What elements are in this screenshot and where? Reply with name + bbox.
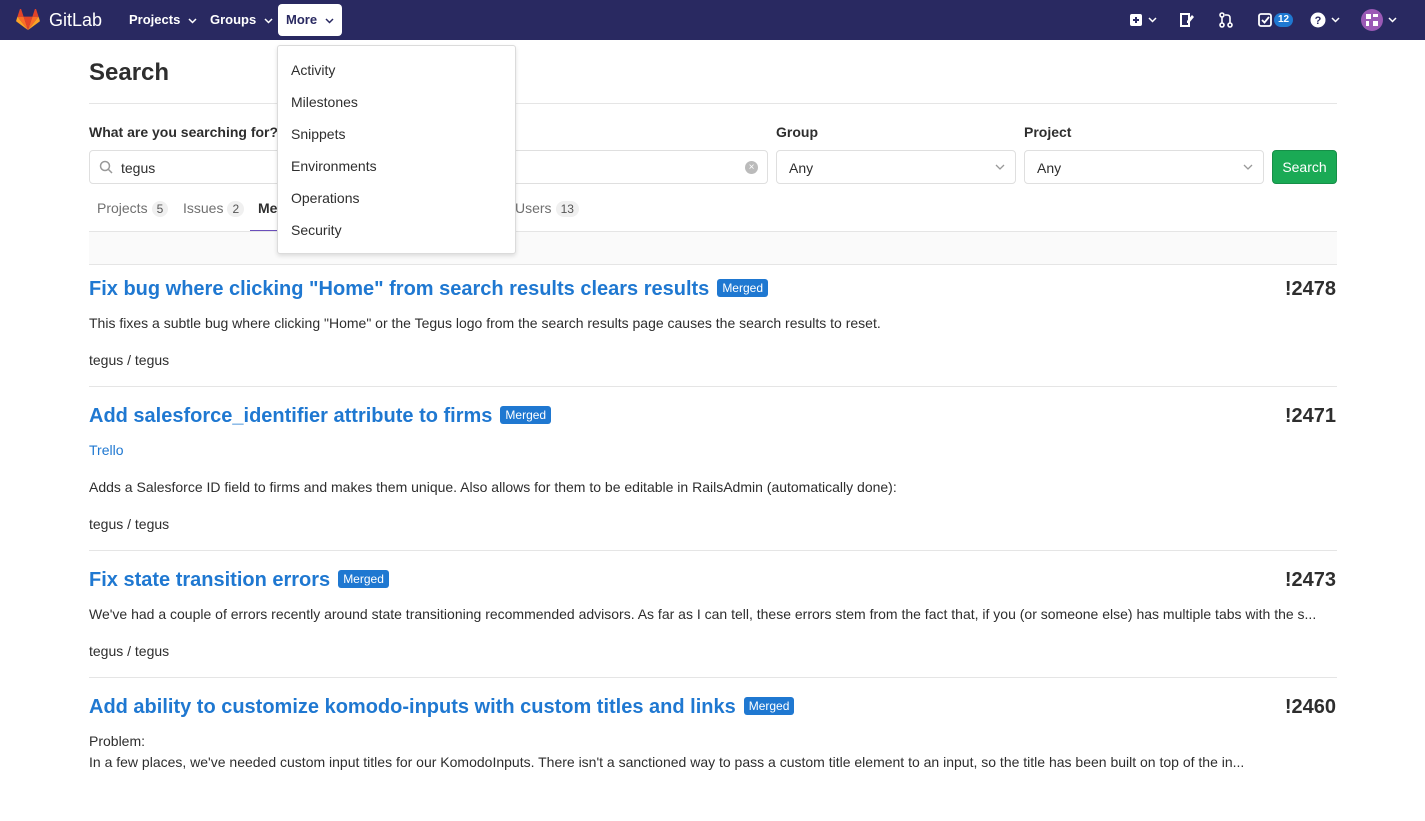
nav-more-label: More <box>286 12 318 27</box>
tab-label: Users <box>515 200 552 216</box>
divider <box>89 550 1337 551</box>
chevron-down-icon <box>264 18 273 24</box>
tab-label: Projects <box>97 200 148 216</box>
nav-groups-label: Groups <box>210 12 257 27</box>
result-iid: !2473 <box>1284 569 1336 591</box>
group-select-value: Any <box>789 160 814 176</box>
nav-more-dropdown[interactable]: More <box>278 4 342 36</box>
result-title-link[interactable]: Fix bug where clicking "Home" from searc… <box>89 277 768 301</box>
result-description-line: Problem: <box>89 733 146 749</box>
divider <box>89 386 1337 387</box>
tab-issues[interactable]: Issues 2 <box>175 196 252 232</box>
new-dropdown[interactable] <box>1129 8 1157 32</box>
search-input-value: tegus <box>121 160 156 176</box>
project-select-value: Any <box>1037 160 1062 176</box>
issues-icon <box>1180 13 1194 27</box>
merge-requests-button[interactable] <box>1218 8 1234 32</box>
svg-text:?: ? <box>1315 15 1322 27</box>
project-select[interactable]: Any <box>1024 150 1264 184</box>
result-description: This fixes a subtle bug where clicking "… <box>89 315 881 331</box>
divider <box>89 677 1337 678</box>
todos-button[interactable]: 12 <box>1258 8 1294 32</box>
search-field-label: What are you searching for? <box>89 124 279 140</box>
result-description: Adds a Salesforce ID field to firms and … <box>89 479 897 495</box>
group-field-label: Group <box>776 124 818 140</box>
chevron-down-icon <box>1243 164 1253 170</box>
menu-item-activity[interactable]: Activity <box>278 54 515 86</box>
brand-name[interactable]: GitLab <box>49 10 102 30</box>
status-badge: Merged <box>338 570 389 588</box>
search-icon <box>99 160 113 174</box>
status-badge: Merged <box>717 279 768 297</box>
tab-count: 5 <box>151 201 169 217</box>
menu-item-environments[interactable]: Environments <box>278 150 515 182</box>
status-badge: Merged <box>743 697 795 715</box>
menu-item-security[interactable]: Security <box>278 214 515 246</box>
menu-item-snippets[interactable]: Snippets <box>278 118 515 150</box>
menu-item-milestones[interactable]: Milestones <box>278 86 515 118</box>
result-description: We've had a couple of errors recently ar… <box>89 606 1317 622</box>
search-result: Fix bug where clicking "Home" from searc… <box>89 277 1337 387</box>
nav-projects-dropdown[interactable]: Projects <box>121 4 205 36</box>
tab-users[interactable]: Users 13 <box>507 196 587 232</box>
search-button[interactable]: Search <box>1272 150 1337 184</box>
result-project: tegus / tegus <box>89 643 170 659</box>
nav-projects-label: Projects <box>129 12 181 27</box>
todos-count-badge: 12 <box>1274 13 1294 27</box>
result-description-line: In a few places, we've needed custom inp… <box>89 754 1245 770</box>
nav-groups-dropdown[interactable]: Groups <box>202 4 281 36</box>
result-title-link[interactable]: Add ability to customize komodo-inputs w… <box>89 695 795 719</box>
tab-merge-requests[interactable]: Me <box>250 196 277 232</box>
result-title-link[interactable]: Fix state transition errors Merged <box>89 568 389 592</box>
chevron-down-icon <box>995 164 1005 170</box>
top-navbar: GitLab Projects Groups More 12 ? <box>0 0 1425 40</box>
tab-count: 2 <box>227 201 245 217</box>
project-field-label: Project <box>1024 124 1072 140</box>
user-avatar <box>1361 9 1383 31</box>
group-select[interactable]: Any <box>776 150 1016 184</box>
question-circle-icon: ? <box>1310 12 1326 28</box>
menu-item-operations[interactable]: Operations <box>278 182 515 214</box>
search-result: Fix state transition errors Merged !2473 … <box>89 568 1337 678</box>
help-dropdown[interactable]: ? <box>1310 8 1340 32</box>
issues-button[interactable] <box>1179 8 1195 32</box>
merge-request-icon <box>1219 12 1233 28</box>
result-title: Add ability to customize komodo-inputs w… <box>89 696 736 718</box>
result-iid: !2471 <box>1284 405 1336 427</box>
user-menu-dropdown[interactable] <box>1361 8 1397 32</box>
search-result: Add ability to customize komodo-inputs w… <box>89 695 1337 775</box>
result-title: Add salesforce_identifier attribute to f… <box>89 405 493 427</box>
result-iid: !2460 <box>1284 696 1336 718</box>
result-link[interactable]: Trello <box>89 441 124 459</box>
result-title: Fix state transition errors <box>89 569 331 591</box>
tab-count: 13 <box>555 201 579 217</box>
clear-icon[interactable]: × <box>745 161 758 174</box>
plus-square-icon <box>1130 14 1142 26</box>
chevron-down-icon <box>325 18 334 24</box>
more-dropdown-menu: Activity Milestones Snippets Environment… <box>277 45 516 254</box>
chevron-down-icon <box>188 18 197 24</box>
tab-projects[interactable]: Projects 5 <box>89 196 176 232</box>
chevron-down-icon <box>1148 17 1157 23</box>
search-result: Add salesforce_identifier attribute to f… <box>89 404 1337 550</box>
tab-label: Me <box>258 200 277 216</box>
chevron-down-icon <box>1388 17 1397 23</box>
result-project: tegus / tegus <box>89 516 170 532</box>
result-project: tegus / tegus <box>89 352 170 368</box>
result-title-link[interactable]: Add salesforce_identifier attribute to f… <box>89 404 552 428</box>
tab-label: Issues <box>183 200 224 216</box>
result-title: Fix bug where clicking "Home" from searc… <box>89 278 710 300</box>
page-title: Search <box>89 59 170 86</box>
status-badge: Merged <box>500 406 552 424</box>
chevron-down-icon <box>1331 17 1340 23</box>
todo-check-icon <box>1258 13 1272 27</box>
result-iid: !2478 <box>1284 278 1336 300</box>
gitlab-logo[interactable] <box>15 9 41 31</box>
